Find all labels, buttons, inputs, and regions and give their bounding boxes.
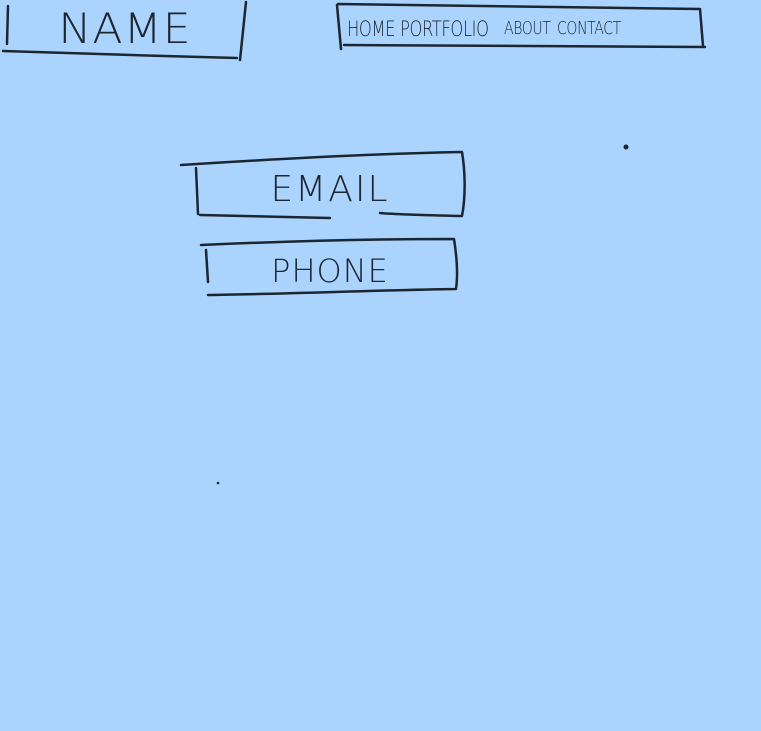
email-button[interactable]: EMAIL	[200, 172, 460, 208]
ink-dot	[623, 144, 629, 150]
nav-bar: HOME PORTFOLIO ABOUT CONTACT	[344, 12, 700, 46]
ink-dot	[216, 481, 220, 485]
phone-button[interactable]: PHONE	[205, 255, 455, 287]
nav-portfolio[interactable]: PORTFOLIO	[400, 18, 489, 40]
nav-home[interactable]: HOME	[347, 18, 396, 40]
sketch-canvas	[1, 0, 707, 485]
nav-about[interactable]: ABOUT	[504, 20, 551, 38]
nav-contact[interactable]: CONTACT	[557, 20, 621, 38]
site-name: NAME	[58, 4, 192, 53]
